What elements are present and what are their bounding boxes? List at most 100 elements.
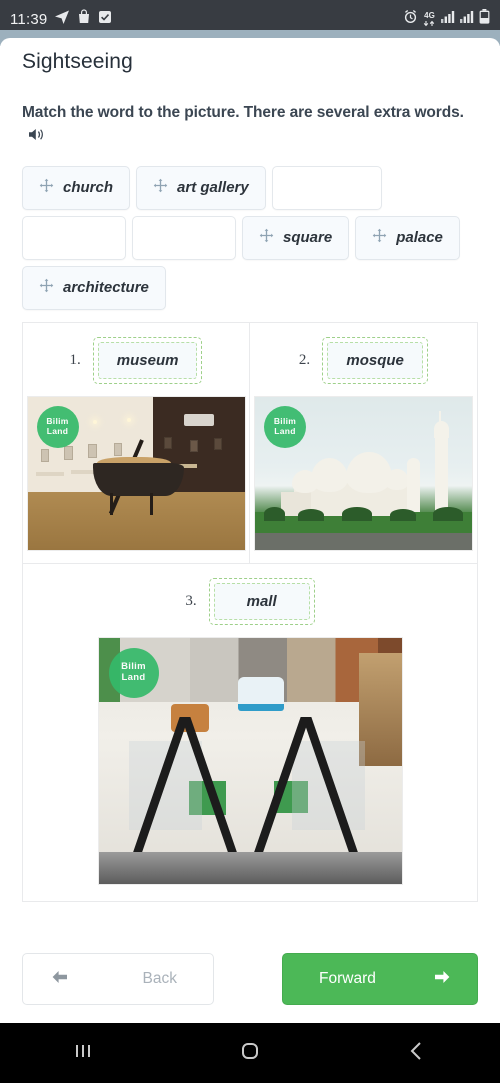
watermark-badge: Bilim Land — [108, 647, 159, 698]
back-chevron-icon[interactable] — [405, 1039, 429, 1068]
move-arrows-icon — [372, 228, 387, 248]
status-time: 11:39 — [10, 10, 48, 28]
move-arrows-icon — [39, 278, 54, 298]
signal-bars-2-icon — [460, 10, 474, 28]
museum-exhibit-frame — [164, 436, 173, 449]
watermark-line-2: Land — [46, 425, 69, 436]
mosque-minaret-top — [434, 421, 450, 439]
answer-word: mall — [246, 592, 277, 610]
museum-exhibit-frame — [40, 448, 49, 462]
move-arrows-icon — [39, 178, 54, 198]
word-chip-architecture[interactable]: architecture — [22, 265, 166, 310]
phone-screen: 11:39 4G Sightseeing Match the word to t… — [0, 0, 500, 1083]
task-item-3: 3. mall Bilim Land — [23, 564, 477, 901]
mosque-shrub — [263, 507, 286, 521]
lesson-page: Sightseeing Match the word to the pictur… — [0, 38, 500, 1023]
answer-word: museum — [116, 351, 179, 369]
watermark-badge: Bilim Land — [36, 405, 79, 448]
instruction-label: Match the word to the picture. There are… — [22, 104, 464, 121]
mosque-minaret — [435, 436, 449, 514]
mosque-minaret-spire — [439, 410, 442, 425]
recents-icon[interactable] — [71, 1039, 95, 1068]
network-4g-icon: 4G — [423, 10, 436, 27]
task-image-mall: Bilim Land — [97, 636, 403, 885]
mosque-dome-main — [346, 452, 392, 494]
museum-spotlight — [92, 419, 97, 424]
answer-dropslot-inner: mall — [213, 582, 310, 620]
watermark-badge: Bilim Land — [264, 405, 306, 448]
museum-ac-unit — [184, 413, 215, 426]
signal-bars-icon — [441, 10, 455, 28]
status-bar-right: 4G — [403, 9, 490, 29]
task-image-mosque: Bilim Land — [254, 395, 473, 551]
word-chip-square[interactable]: square — [242, 215, 350, 260]
answer-row-1: 1. museum — [69, 336, 203, 384]
word-chip-label: church — [63, 179, 114, 197]
status-bar-left: 11:39 — [10, 9, 112, 30]
mosque-shrub — [298, 508, 325, 521]
back-button[interactable]: Back — [22, 953, 214, 1005]
android-nav-bar — [0, 1023, 500, 1083]
word-chip-church[interactable]: church — [22, 165, 131, 210]
word-chip-label: art gallery — [177, 179, 249, 197]
task-item-2: 2. mosque Bilim Land — [250, 323, 477, 564]
museum-boat — [92, 462, 184, 497]
checkbox-icon — [98, 10, 112, 29]
answer-word: mosque — [346, 351, 404, 369]
task-number: 3. — [185, 592, 197, 609]
mosque-minaret-small — [406, 468, 420, 512]
mosque-shrub — [389, 508, 416, 521]
answer-row-3: 3. mall — [185, 577, 315, 625]
mosque-road — [255, 533, 472, 550]
watermark-line-2: Land — [274, 425, 296, 436]
mall-glass-panel — [128, 741, 202, 830]
word-slot-empty-1[interactable] — [271, 165, 382, 210]
museum-exhibit-frame — [190, 439, 199, 452]
task-item-1: 1. museum Bilim Land — [23, 322, 250, 564]
answer-dropslot-inner: mosque — [327, 341, 424, 379]
mall-carousel — [237, 677, 284, 712]
instruction-text: Match the word to the picture. There are… — [22, 102, 478, 150]
museum-exhibit-frame — [114, 442, 123, 456]
task-number: 1. — [69, 351, 81, 368]
navigation-footer: Back Forward — [0, 953, 500, 1005]
task-grid: 1. museum Bilim Land 2. mosque Bilim Lan… — [22, 321, 478, 902]
mosque-dome-small — [291, 470, 318, 494]
mall-shop-shelves — [359, 652, 402, 766]
word-chip-palace[interactable]: palace — [355, 215, 460, 260]
museum-exhibit-frame — [64, 445, 74, 460]
answer-row-2: 2. mosque — [298, 336, 429, 384]
mosque-shrub — [432, 507, 464, 521]
answer-dropslot-2[interactable]: mosque — [322, 336, 429, 384]
museum-exhibit-frame — [214, 438, 223, 451]
answer-dropslot-3[interactable]: mall — [208, 577, 315, 625]
home-icon[interactable] — [238, 1039, 262, 1068]
word-chip-label: square — [283, 229, 333, 247]
mall-escalator-steps — [98, 851, 402, 884]
arrow-right-icon — [433, 970, 451, 989]
forward-button-label: Forward — [319, 970, 376, 987]
museum-exhibit-frame — [88, 444, 98, 459]
word-slot-empty-2[interactable] — [22, 215, 126, 260]
word-chip-art-gallery[interactable]: art gallery — [136, 165, 266, 210]
network-label: 4G — [424, 10, 435, 20]
battery-icon — [479, 9, 490, 29]
task-number: 2. — [298, 351, 311, 368]
speaker-icon[interactable] — [28, 127, 45, 149]
alarm-icon — [403, 9, 418, 29]
arrow-left-icon — [51, 970, 69, 989]
move-arrows-icon — [153, 178, 168, 198]
bag-icon — [77, 9, 91, 29]
word-slot-empty-3[interactable] — [132, 215, 236, 260]
museum-boat-stand — [109, 493, 154, 515]
answer-dropslot-inner: museum — [97, 341, 198, 379]
mosque-shrub — [341, 507, 373, 521]
answer-dropslot-1[interactable]: museum — [92, 336, 203, 384]
mosque-minaret-small-top — [406, 458, 420, 471]
move-arrows-icon — [259, 228, 274, 248]
forward-button[interactable]: Forward — [282, 953, 478, 1005]
word-chip-label: palace — [396, 229, 443, 247]
page-title: Sightseeing — [22, 50, 133, 73]
back-button-label: Back — [142, 970, 177, 987]
telegram-icon — [54, 9, 70, 30]
